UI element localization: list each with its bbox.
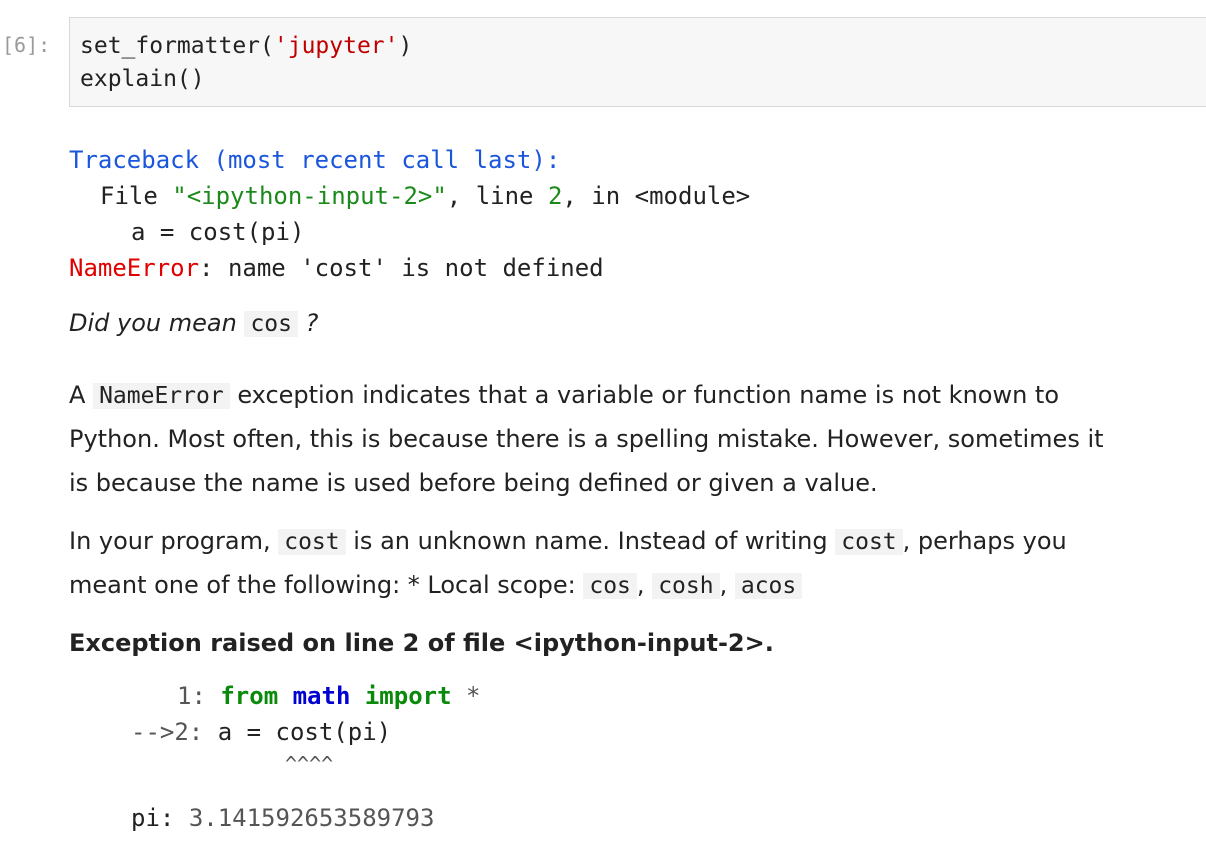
variable-value: 3.141592653589793 bbox=[188, 804, 435, 832]
did-you-mean: Did you mean cos ? bbox=[69, 309, 319, 337]
traceback-line-number: 2 bbox=[547, 182, 563, 210]
error-carets: ^^^^ bbox=[285, 752, 334, 776]
traceback-file-line: File "<ipython-input-2>", line 2, in <mo… bbox=[100, 182, 751, 210]
current-line-marker: -->2: bbox=[131, 718, 204, 746]
option-acos: acos bbox=[734, 573, 803, 599]
option-cosh: cosh bbox=[652, 573, 720, 599]
variable-pi: pi: 3.141592653589793 bbox=[131, 804, 434, 832]
code-string-arg: 'jupyter' bbox=[273, 33, 399, 59]
inline-code-nameerror: NameError bbox=[93, 383, 230, 409]
error-message: : name 'cost' is not defined bbox=[199, 254, 604, 282]
code-line-2: explain() bbox=[80, 66, 205, 92]
traceback-file-name: "<ipython-input-2>" bbox=[172, 182, 447, 210]
option-cos: cos bbox=[583, 573, 637, 599]
source-line-2: -->2: a = cost(pi) bbox=[131, 718, 392, 746]
error-name: NameError bbox=[69, 254, 200, 282]
explanation-p2-line1: In your program, cost is an unknown name… bbox=[69, 527, 1067, 555]
cell-prompt: [6]: bbox=[2, 33, 51, 57]
source-line-1: 1: from math import * bbox=[177, 682, 481, 710]
traceback-header: Traceback (most recent call last): bbox=[69, 146, 561, 174]
variable-name: pi: bbox=[131, 804, 175, 832]
traceback-code: a = cost(pi) bbox=[131, 218, 305, 246]
explanation-p1-line1: A NameError exception indicates that a v… bbox=[69, 381, 1060, 409]
traceback-error: NameError: name 'cost' is not defined bbox=[69, 254, 604, 282]
explanation-p1-line2: Python. Most often, this is because ther… bbox=[69, 425, 1104, 453]
code-input-cell[interactable]: set_formatter('jupyter') explain() bbox=[69, 17, 1206, 107]
code-func: set_formatter( bbox=[80, 33, 274, 59]
code-line-1: set_formatter('jupyter') bbox=[80, 33, 412, 59]
inline-code-cost-2: cost bbox=[835, 529, 903, 555]
explanation-p1-line3: is because the name is used before being… bbox=[69, 469, 878, 497]
explanation-p2-line2: meant one of the following: * Local scop… bbox=[69, 571, 803, 599]
exception-location: Exception raised on line 2 of file <ipyt… bbox=[69, 629, 774, 657]
suggested-name: cos bbox=[244, 311, 298, 337]
inline-code-cost: cost bbox=[278, 529, 346, 555]
code-paren: ) bbox=[398, 33, 413, 59]
